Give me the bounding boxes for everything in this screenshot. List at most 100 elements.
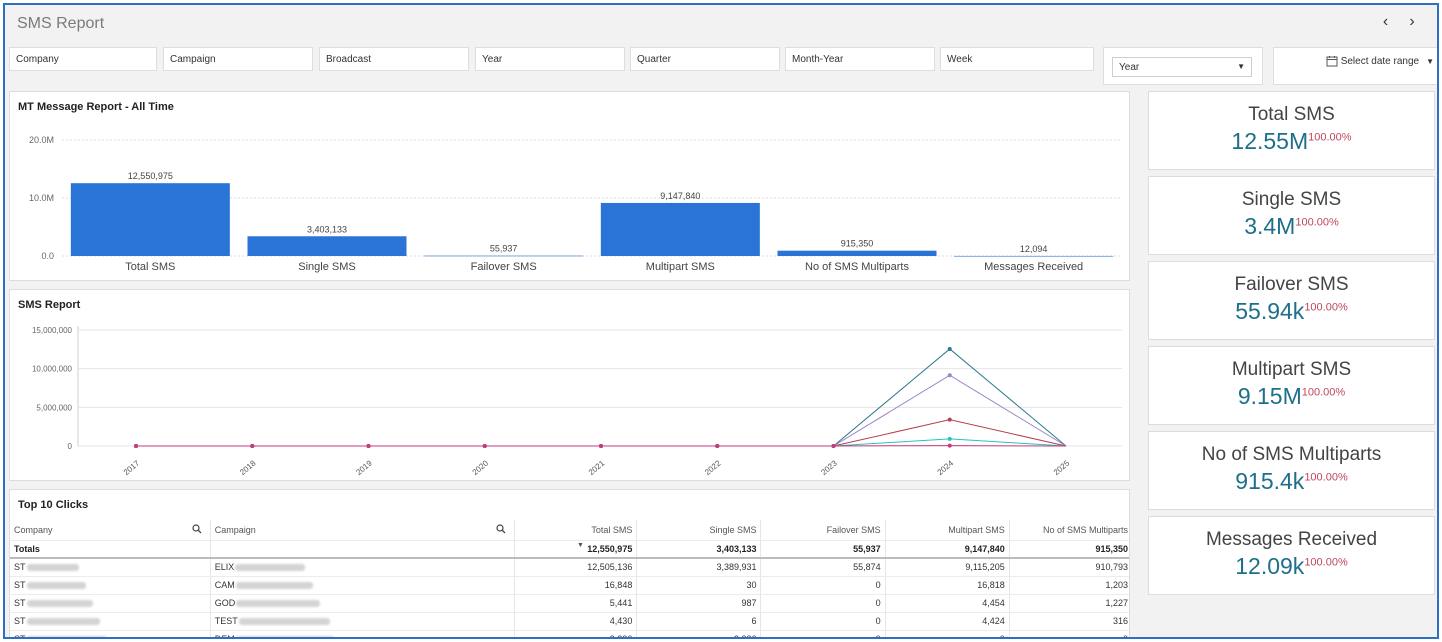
x-category-label: Messages Received [984, 261, 1083, 273]
bar[interactable] [600, 202, 760, 256]
cell-text: ST [14, 580, 26, 590]
next-sheet-icon[interactable]: › [1401, 13, 1423, 31]
data-point[interactable] [947, 417, 952, 422]
column-header-campaign[interactable]: Campaign [210, 520, 516, 541]
series-line[interactable] [136, 348, 1067, 447]
data-point[interactable] [366, 444, 371, 448]
cell-text: 0 [999, 634, 1005, 639]
table-row[interactable]: ST GOD 5,441 987 0 4,454 1,227 [10, 594, 1129, 613]
data-point[interactable] [947, 443, 952, 448]
table-row[interactable]: ST ELIX 12,505,136 3,389,931 55,874 9,115,205… [10, 558, 1129, 577]
report-window: SMS Report ‹ › Company Campaign Broadcas… [3, 3, 1439, 639]
cell-campaign: TEST [210, 612, 516, 631]
kpi-name: Multipart SMS [1231, 359, 1352, 380]
y-tick-label: 0 [68, 442, 73, 451]
data-point[interactable] [134, 444, 138, 448]
cell-text: 1,203 [1105, 580, 1128, 590]
column-header-total-sms[interactable]: Total SMS [514, 520, 638, 541]
column-header-single-sms[interactable]: Single SMS [636, 520, 762, 541]
data-point[interactable] [947, 373, 952, 378]
data-point[interactable] [482, 444, 487, 448]
bar-chart: 0.0 10.0M 20.0M 12,550,975 Total SMS 3,403,13… [29, 135, 1122, 273]
cell-text: 16,818 [977, 580, 1005, 590]
date-range-label: Select date range [1340, 55, 1420, 67]
cell-single-sms: 3,389,931 [636, 558, 762, 577]
cell-single-sms: 30 [636, 576, 762, 595]
cell-company: ST [10, 576, 211, 595]
cell-campaign: ELIX [210, 558, 516, 577]
line-chart-panel: SMS Report 0 5,000,000 10,000,000 15,000,00… [9, 289, 1130, 481]
filter-company[interactable]: Company [9, 47, 157, 71]
filter-week[interactable]: Week [940, 47, 1094, 71]
cell-campaign: GOD [210, 594, 516, 613]
filter-broadcast[interactable]: Broadcast [319, 47, 469, 71]
previous-sheet-icon[interactable]: ‹ [1375, 13, 1397, 31]
cell-text: 6 [751, 616, 757, 626]
series-line[interactable] [136, 419, 1067, 447]
bar[interactable] [424, 255, 584, 257]
data-point[interactable] [831, 444, 836, 448]
x-tick-label: 2021 [587, 458, 607, 477]
cell-text: GOD [214, 598, 236, 608]
column-header-failover-sms[interactable]: Failover SMS [760, 520, 886, 541]
search-icon[interactable] [496, 524, 506, 536]
x-category-label: Single SMS [298, 261, 355, 273]
column-header-multipart-sms[interactable]: Multipart SMS [885, 520, 1010, 541]
data-point[interactable] [947, 436, 952, 441]
bar[interactable] [70, 183, 230, 256]
redacted-text [238, 618, 330, 626]
table-row[interactable]: ST CAM 16,848 30 0 16,818 1,203 [10, 576, 1129, 595]
data-point[interactable] [250, 444, 255, 448]
cell-multipart-sms: 4,424 [885, 612, 1010, 631]
cell-failover-sms: 0 [760, 576, 886, 595]
filter-year[interactable]: Year [475, 47, 625, 71]
redacted-text [236, 600, 321, 608]
year-select-container: Year ▼ [1103, 47, 1263, 85]
kpi-value: 3.4M [1244, 213, 1296, 239]
cell-failover-sms: 55,874 [760, 558, 886, 577]
data-point[interactable] [947, 346, 952, 351]
bar-value-label: 55,937 [490, 244, 518, 254]
cell-single-sms: 6 [636, 612, 762, 631]
filter-quarter[interactable]: Quarter [630, 47, 780, 71]
bar-value-label: 12,094 [1020, 244, 1048, 254]
cell-single-sms: 987 [636, 594, 762, 613]
column-header-company[interactable]: Company [10, 520, 211, 541]
y-tick-label: 15,000,000 [32, 326, 73, 335]
year-select[interactable]: Year ▼ [1112, 57, 1252, 77]
cell-failover-sms: 0 [760, 630, 886, 637]
date-range-picker[interactable]: Select date range ▼ [1273, 47, 1437, 85]
filter-campaign[interactable]: Campaign [163, 47, 313, 71]
search-icon[interactable] [192, 524, 202, 536]
data-point[interactable] [715, 444, 720, 448]
redacted-text [26, 636, 107, 637]
data-point[interactable] [599, 444, 603, 448]
cell-text: 9,115,205 [965, 562, 1005, 573]
line-chart: 0 5,000,000 10,000,000 15,000,000 2017 2018 20… [32, 326, 1122, 477]
totals-row: Totals 12,550,975 3,403,133 55,937 9,147… [10, 540, 1129, 559]
bar[interactable] [247, 236, 407, 256]
x-category-label: No of SMS Multiparts [805, 261, 909, 273]
cell-text: TEST [214, 616, 238, 626]
table-row[interactable]: ST DEM 2,336 2,336 0 0 0 [10, 630, 1129, 639]
kpi-name: Failover SMS [1234, 274, 1349, 295]
cell-text: ST [14, 616, 26, 626]
cell-multiparts: 910,793 [1009, 558, 1129, 577]
cell-text: 0 [875, 580, 881, 590]
column-label: Company [14, 524, 53, 535]
kpi-percent: 100.00% [1295, 216, 1339, 229]
cell-single-sms: 2,336 [636, 630, 762, 637]
column-header-multiparts[interactable]: No of SMS Multiparts [1009, 520, 1129, 541]
y-tick-label: 20.0M [29, 135, 54, 145]
kpi-percent: 100.00% [1301, 386, 1346, 399]
series-line[interactable] [136, 374, 1067, 447]
kpi-value: 12.55M [1231, 128, 1309, 154]
cell-text: 987 [741, 598, 757, 608]
cell-text: CAM [214, 580, 235, 590]
table-row[interactable]: ST TEST 4,430 6 0 4,424 316 [10, 612, 1129, 631]
page-title: SMS Report [17, 15, 105, 32]
bar[interactable] [954, 255, 1114, 257]
filter-month-year[interactable]: Month-Year [785, 47, 935, 71]
cell-total-sms: 12,505,136 [514, 558, 638, 577]
bar[interactable] [777, 250, 937, 256]
